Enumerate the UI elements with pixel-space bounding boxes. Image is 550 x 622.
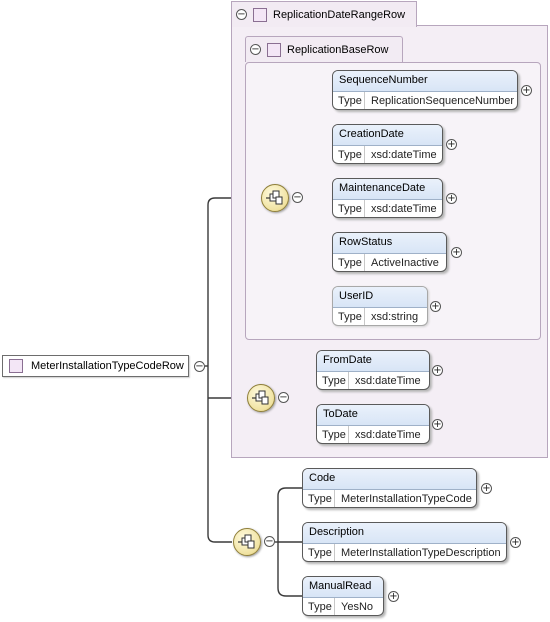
element-manual-read[interactable]: ManualRead Type YesNo xyxy=(302,576,384,616)
plus-toggle-icon[interactable]: + xyxy=(510,537,521,548)
element-name: Code xyxy=(303,469,476,490)
element-name: Description xyxy=(303,523,506,544)
type-key: Type xyxy=(303,490,335,507)
element-name: CreationDate xyxy=(333,125,442,146)
element-from-date[interactable]: FromDate Type xsd:dateTime xyxy=(316,350,430,390)
element-name: MaintenanceDate xyxy=(333,179,442,200)
type-value: ActiveInactive xyxy=(371,257,439,269)
root-label: MeterInstallationTypeCodeRow xyxy=(31,360,184,372)
type-value: YesNo xyxy=(341,601,374,613)
plus-toggle-icon[interactable]: + xyxy=(432,419,443,430)
element-sequence-number[interactable]: SequenceNumber Type ReplicationSequenceNu… xyxy=(332,70,518,110)
element-name: RowStatus xyxy=(333,233,446,254)
plus-toggle-icon[interactable]: + xyxy=(446,139,457,150)
group-tab-replication-date-range-row[interactable]: − ReplicationDateRangeRow xyxy=(231,1,417,27)
element-row-status[interactable]: RowStatus Type ActiveInactive xyxy=(332,232,447,272)
type-value: MeterInstallationTypeCode xyxy=(341,493,472,505)
element-to-date[interactable]: ToDate Type xsd:dateTime xyxy=(316,404,430,444)
minus-toggle-icon[interactable]: − xyxy=(250,44,261,55)
element-code[interactable]: Code Type MeterInstallationTypeCode xyxy=(302,468,477,508)
complex-type-square-icon xyxy=(267,42,281,57)
minus-toggle-icon[interactable]: − xyxy=(194,361,205,372)
sequence-compositor-icon[interactable] xyxy=(247,384,275,412)
type-value: xsd:string xyxy=(371,311,419,323)
plus-toggle-icon[interactable]: + xyxy=(446,193,457,204)
type-value: xsd:dateTime xyxy=(371,149,437,161)
type-key: Type xyxy=(317,426,349,443)
type-value: ReplicationSequenceNumber xyxy=(371,95,515,107)
minus-toggle-icon[interactable]: − xyxy=(278,392,289,403)
plus-toggle-icon[interactable]: + xyxy=(481,483,492,494)
element-name: UserID xyxy=(333,287,427,308)
element-name: SequenceNumber xyxy=(333,71,517,92)
type-value: xsd:dateTime xyxy=(371,203,437,215)
type-key: Type xyxy=(333,254,365,271)
plus-toggle-icon[interactable]: + xyxy=(430,301,441,312)
type-value: xsd:dateTime xyxy=(355,429,421,441)
plus-toggle-icon[interactable]: + xyxy=(432,365,443,376)
sequence-compositor-icon[interactable] xyxy=(261,184,289,212)
type-key: Type xyxy=(303,544,335,561)
type-value: MeterInstallationTypeDescription xyxy=(341,547,501,559)
plus-toggle-icon[interactable]: + xyxy=(451,247,462,258)
type-key: Type xyxy=(333,200,365,217)
type-value: xsd:dateTime xyxy=(355,375,421,387)
group-tab-replication-base-row[interactable]: − ReplicationBaseRow xyxy=(245,36,403,62)
element-creation-date[interactable]: CreationDate Type xsd:dateTime xyxy=(332,124,443,164)
type-key: Type xyxy=(333,146,365,163)
element-maintenance-date[interactable]: MaintenanceDate Type xsd:dateTime xyxy=(332,178,443,218)
minus-toggle-icon[interactable]: − xyxy=(292,192,303,203)
complex-type-square-icon xyxy=(9,359,23,373)
sequence-compositor-icon[interactable] xyxy=(233,528,261,556)
root-element[interactable]: MeterInstallationTypeCodeRow xyxy=(2,355,189,377)
type-key: Type xyxy=(303,598,335,615)
group-label: ReplicationDateRangeRow xyxy=(273,8,406,21)
group-label: ReplicationBaseRow xyxy=(287,43,389,56)
minus-toggle-icon[interactable]: − xyxy=(264,536,275,547)
element-name: ToDate xyxy=(317,405,429,426)
plus-toggle-icon[interactable]: + xyxy=(521,85,532,96)
complex-type-square-icon xyxy=(253,7,267,22)
plus-toggle-icon[interactable]: + xyxy=(388,591,399,602)
type-key: Type xyxy=(333,92,365,109)
element-user-id[interactable]: UserID Type xsd:string xyxy=(332,286,428,326)
element-description[interactable]: Description Type MeterInstallationTypeDes… xyxy=(302,522,507,562)
element-name: FromDate xyxy=(317,351,429,372)
type-key: Type xyxy=(333,308,365,325)
element-name: ManualRead xyxy=(303,577,383,598)
type-key: Type xyxy=(317,372,349,389)
minus-toggle-icon[interactable]: − xyxy=(236,9,247,20)
